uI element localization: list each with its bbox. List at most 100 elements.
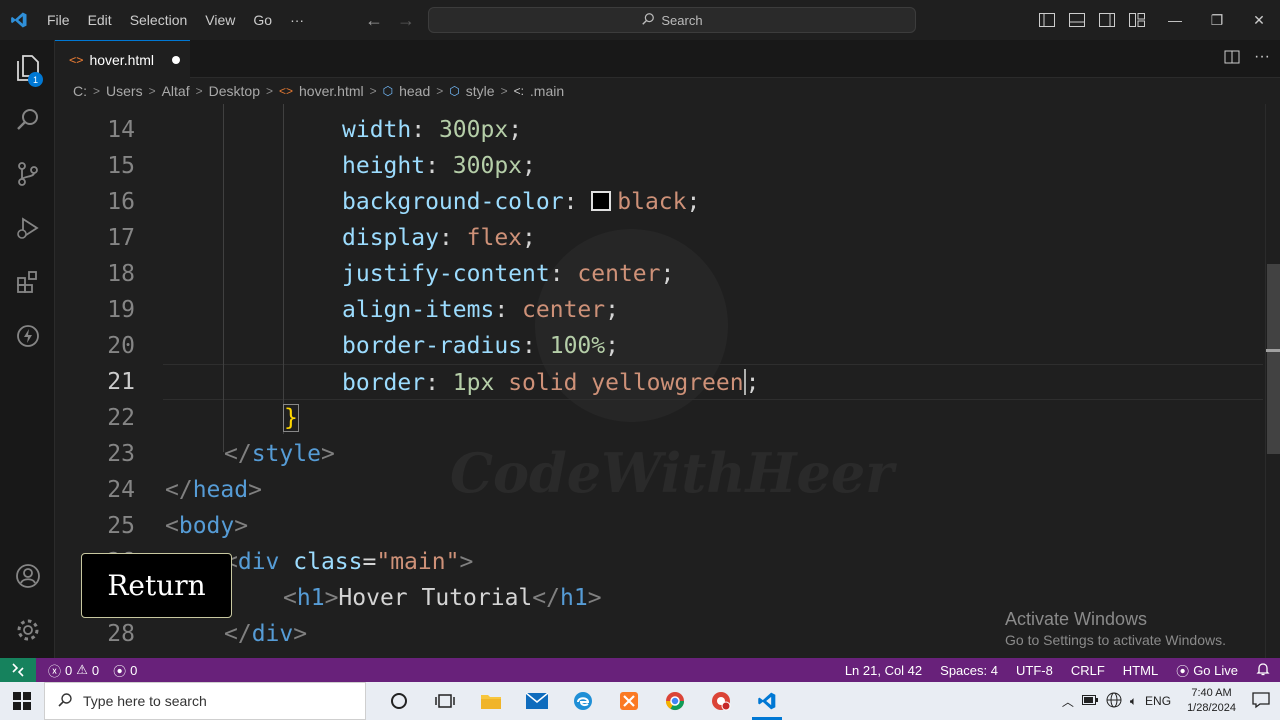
menu-more[interactable]: ··· [281, 0, 313, 40]
chrome-icon[interactable] [652, 682, 698, 720]
explorer-badge: 1 [28, 72, 43, 87]
breadcrumb-file[interactable]: hover.html [299, 83, 364, 99]
line-number: 19 [107, 297, 135, 323]
breadcrumb-desktop[interactable]: Desktop [209, 83, 260, 99]
color-swatch-black[interactable] [591, 191, 612, 211]
status-bar: ⓧ 0 ⚠ 0 ⦿ 0 Ln 21, Col 42 Spaces: 4 UTF-8 C… [0, 658, 1280, 682]
encoding[interactable]: UTF-8 [1016, 663, 1053, 678]
chrome-profile-icon[interactable] [698, 682, 744, 720]
chevron-up-icon[interactable]: ︿ [1062, 693, 1074, 710]
breadcrumb-main[interactable]: .main [530, 83, 564, 99]
vscode-taskbar-icon[interactable] [744, 682, 790, 720]
command-search-box[interactable]: Search [428, 7, 916, 33]
explorer-icon[interactable]: 1 [0, 44, 55, 92]
go-live-button[interactable]: ⦿ Go Live [1176, 661, 1238, 680]
line-number: 21 [107, 369, 135, 395]
settings-gear-icon[interactable] [0, 606, 55, 654]
toggle-primary-sidebar-icon[interactable] [1036, 9, 1058, 31]
chevron-right-icon: > [436, 84, 444, 98]
live-server-icon[interactable] [0, 312, 55, 360]
tab-filename: hover.html [89, 51, 155, 68]
breadcrumb-altaf[interactable]: Altaf [162, 83, 190, 99]
clock[interactable]: 7:40 AM 1/28/2024 [1187, 686, 1236, 716]
indentation[interactable]: Spaces: 4 [940, 663, 998, 678]
language-mode[interactable]: HTML [1123, 663, 1158, 678]
restore-icon[interactable]: ❐ [1196, 0, 1238, 40]
line-number: 24 [107, 477, 135, 503]
code-line: 17 display: flex; [55, 220, 1265, 256]
customize-layout-icon[interactable] [1126, 9, 1148, 31]
search-icon [57, 692, 73, 711]
run-debug-icon[interactable] [0, 204, 55, 252]
source-control-icon[interactable] [0, 150, 55, 198]
search-label: Search [661, 12, 703, 28]
code-line: 14 width: 300px; [55, 112, 1265, 148]
problems-indicator[interactable]: ⓧ 0 ⚠ 0 [48, 661, 99, 680]
code-editor[interactable]: 14 width: 300px; 15 height: 300px; 16 ba… [55, 104, 1265, 658]
accounts-icon[interactable] [0, 552, 55, 600]
chevron-right-icon: > [93, 84, 101, 98]
search-view-icon[interactable] [0, 96, 55, 144]
menu-file[interactable]: File [38, 0, 79, 40]
notification-center-icon[interactable] [1252, 691, 1270, 712]
code-line: 16 background-color: black; [55, 184, 1265, 220]
close-icon[interactable]: ✕ [1238, 0, 1280, 40]
breadcrumb-drive[interactable]: C: [73, 83, 87, 99]
xampp-icon[interactable] [606, 682, 652, 720]
end-of-line[interactable]: CRLF [1071, 663, 1105, 678]
line-number: 20 [107, 333, 135, 359]
input-language[interactable]: ENG [1145, 694, 1171, 708]
toggle-panel-icon[interactable] [1066, 9, 1088, 31]
minimize-icon[interactable]: — [1154, 0, 1196, 40]
remote-indicator-icon[interactable] [0, 658, 36, 682]
broadcast-icon: ⦿ [113, 663, 127, 679]
scrollbar-thumb[interactable] [1267, 264, 1280, 454]
chevron-right-icon: > [148, 84, 156, 98]
editor-scrollbar[interactable] [1265, 104, 1280, 658]
code-line-active: 21 border: 1px solid yellowgreen; [55, 364, 1265, 400]
menu-selection[interactable]: Selection [121, 0, 197, 40]
code-line: 20 border-radius: 100%; [55, 328, 1265, 364]
toggle-secondary-sidebar-icon[interactable] [1096, 9, 1118, 31]
extensions-icon[interactable] [0, 258, 55, 306]
cortana-icon[interactable] [376, 682, 422, 720]
mail-icon[interactable] [514, 682, 560, 720]
activate-windows-notice: Activate Windows Go to Settings to activ… [1005, 609, 1226, 648]
symbol-class-icon: <: [513, 84, 524, 98]
task-view-icon[interactable] [422, 682, 468, 720]
edge-browser-icon[interactable] [560, 682, 606, 720]
code-line: 22 } [55, 400, 1265, 436]
forward-arrow-icon[interactable]: → [394, 8, 418, 32]
battery-icon[interactable] [1081, 694, 1098, 708]
menu-go[interactable]: Go [244, 0, 281, 40]
line-number: 25 [107, 513, 135, 539]
file-explorer-icon[interactable] [468, 682, 514, 720]
more-actions-icon[interactable]: ··· [1254, 49, 1270, 70]
unsaved-dot-icon[interactable] [172, 55, 181, 64]
windows-start-icon[interactable] [0, 682, 44, 720]
symbol-element-icon: ⬡ [382, 84, 394, 98]
menu-edit[interactable]: Edit [79, 0, 121, 40]
breadcrumb: C: > Users > Altaf > Desktop > <> hover.… [55, 78, 1280, 104]
menu-bar: File Edit Selection View Go ··· [38, 0, 313, 40]
code-line: 19 align-items: center; [55, 292, 1265, 328]
volume-icon[interactable]: 🔈︎ [1130, 694, 1137, 709]
breadcrumb-users[interactable]: Users [106, 83, 143, 99]
tab-hover-html[interactable]: <> hover.html [55, 40, 190, 78]
title-bar: File Edit Selection View Go ··· ← → Sear… [0, 0, 1280, 40]
error-icon: ⓧ [48, 663, 62, 679]
network-globe-icon[interactable] [1106, 692, 1122, 711]
cursor-position[interactable]: Ln 21, Col 42 [845, 663, 922, 678]
ports-indicator[interactable]: ⦿ 0 [113, 661, 137, 680]
split-editor-icon[interactable] [1224, 49, 1240, 70]
breadcrumb-head[interactable]: head [399, 83, 430, 99]
line-number: 28 [107, 621, 135, 647]
notifications-bell-icon[interactable] [1256, 662, 1270, 679]
back-arrow-icon[interactable]: ← [362, 8, 386, 32]
menu-view[interactable]: View [196, 0, 244, 40]
breadcrumb-style[interactable]: style [466, 83, 495, 99]
broadcast-icon: ⦿ [1176, 663, 1190, 679]
taskbar-search-box[interactable]: Type here to search [44, 682, 366, 720]
line-number: 23 [107, 441, 135, 467]
line-number: 18 [107, 261, 135, 287]
